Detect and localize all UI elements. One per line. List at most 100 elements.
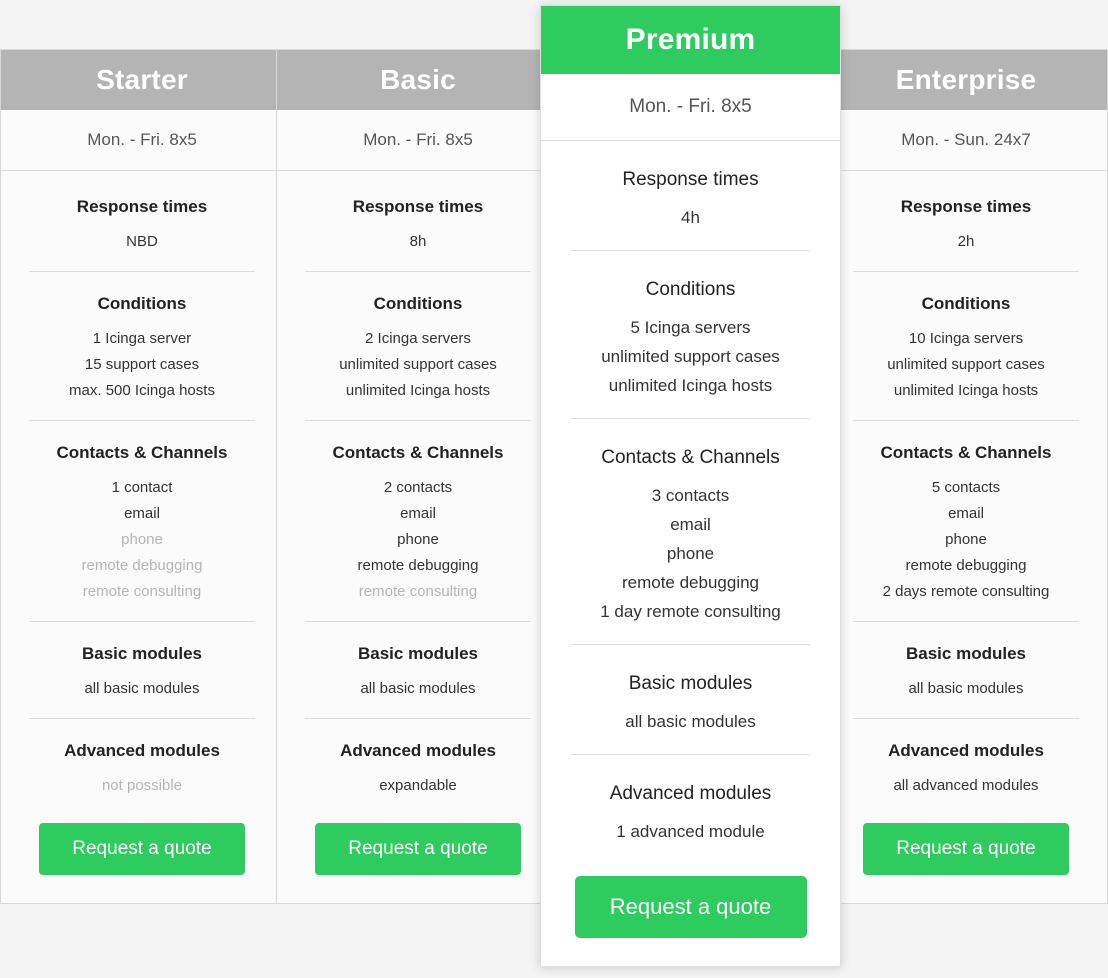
- plan-hours-basic: Mon. - Fri. 8x5: [277, 110, 559, 171]
- feature-line: unlimited Icinga hosts: [608, 376, 773, 395]
- plan-title-starter: Starter: [1, 50, 283, 110]
- feature-line: 4h: [681, 208, 700, 227]
- feature-line: all basic modules: [360, 680, 476, 697]
- plan-card-enterprise: Enterprise Mon. - Sun. 24x7 Response tim…: [824, 49, 1108, 904]
- feature-line: email: [948, 505, 984, 522]
- feature-line: email: [124, 505, 160, 522]
- section-title: Basic modules: [628, 673, 753, 694]
- section-lines: 2h: [843, 229, 1089, 255]
- section-divider: [305, 718, 531, 719]
- section-title: Contacts & Channels: [601, 447, 780, 468]
- section-divider: [853, 621, 1079, 622]
- feature-line: 15 support cases: [84, 356, 200, 373]
- section-title: Response times: [900, 197, 1032, 216]
- pricing-table: Starter Mon. - Fri. 8x5 Response times N…: [0, 0, 1108, 967]
- feature-line: not possible: [101, 777, 183, 794]
- section-title: Response times: [622, 169, 759, 190]
- section-lines: all advanced modules: [843, 773, 1089, 799]
- section-lines: 2 contacts email phone remote debugging …: [295, 475, 541, 605]
- plan-hours-starter: Mon. - Fri. 8x5: [1, 110, 283, 171]
- section-title: Contacts & Channels: [332, 443, 504, 462]
- plan-card-premium: Premium Mon. - Fri. 8x5 Response times 4…: [540, 5, 841, 967]
- feature-line: remote debugging: [905, 557, 1027, 574]
- feature-line: 10 Icinga servers: [908, 330, 1024, 347]
- feature-line: email: [400, 505, 436, 522]
- feature-line: unlimited Icinga hosts: [345, 382, 491, 399]
- section-divider: [305, 271, 531, 272]
- section-divider: [29, 420, 255, 421]
- section-lines: 1 contact email phone remote debugging r…: [19, 475, 265, 605]
- section-divider: [571, 418, 810, 419]
- section-divider: [29, 718, 255, 719]
- section-divider: [853, 718, 1079, 719]
- section-lines: 4h: [565, 203, 816, 232]
- feature-line: 1 Icinga server: [92, 330, 192, 347]
- feature-line: email: [670, 515, 711, 534]
- feature-line: 2 Icinga servers: [365, 330, 471, 347]
- cta-container: Request a quote: [19, 799, 265, 903]
- plan-card-starter: Starter Mon. - Fri. 8x5 Response times N…: [0, 49, 284, 904]
- cta-container: Request a quote: [295, 799, 541, 903]
- feature-line: all basic modules: [625, 712, 756, 731]
- feature-line: expandable: [379, 777, 457, 794]
- feature-line: remote debugging: [357, 557, 479, 574]
- section-divider: [571, 644, 810, 645]
- feature-line: phone: [121, 531, 163, 548]
- section-divider: [853, 271, 1079, 272]
- section-title: Conditions: [97, 294, 187, 313]
- feature-line: all basic modules: [84, 680, 200, 697]
- plan-hours-enterprise: Mon. - Sun. 24x7: [825, 110, 1107, 171]
- section-lines: NBD: [19, 229, 265, 255]
- plan-hours-premium: Mon. - Fri. 8x5: [541, 74, 840, 141]
- feature-line: NBD: [126, 233, 158, 250]
- section-divider: [305, 621, 531, 622]
- plan-title-basic: Basic: [277, 50, 559, 110]
- section-lines: 5 Icinga servers unlimited support cases…: [565, 313, 816, 400]
- cta-container: Request a quote: [565, 846, 816, 978]
- request-quote-button-starter[interactable]: Request a quote: [39, 823, 245, 875]
- section-lines: 1 Icinga server 15 support cases max. 50…: [19, 326, 265, 404]
- request-quote-button-premium[interactable]: Request a quote: [574, 876, 807, 938]
- request-quote-button-enterprise[interactable]: Request a quote: [863, 823, 1069, 875]
- plan-features-basic: Response times 8h Conditions 2 Icinga se…: [277, 171, 559, 903]
- section-divider: [29, 621, 255, 622]
- section-title: Advanced modules: [340, 741, 496, 760]
- section-lines: 1 advanced module: [565, 817, 816, 846]
- feature-line: 5 contacts: [931, 479, 1001, 496]
- section-lines: 3 contacts email phone remote debugging …: [565, 481, 816, 626]
- request-quote-button-basic[interactable]: Request a quote: [315, 823, 521, 875]
- section-lines: 5 contacts email phone remote debugging …: [843, 475, 1089, 605]
- feature-line: phone: [666, 544, 715, 563]
- section-title: Conditions: [645, 279, 736, 300]
- plan-features-enterprise: Response times 2h Conditions 10 Icinga s…: [825, 171, 1107, 903]
- feature-line: remote debugging: [81, 557, 203, 574]
- cta-container: Request a quote: [843, 799, 1089, 903]
- feature-line: 2 days remote consulting: [882, 583, 1050, 600]
- section-title: Contacts & Channels: [56, 443, 228, 462]
- plan-title-enterprise: Enterprise: [825, 50, 1107, 110]
- section-divider: [571, 754, 810, 755]
- feature-line: unlimited support cases: [339, 356, 497, 373]
- feature-line: remote consulting: [82, 583, 202, 600]
- plan-features-premium: Response times 4h Conditions 5 Icinga se…: [541, 141, 840, 978]
- section-divider: [305, 420, 531, 421]
- section-title: Advanced modules: [888, 741, 1044, 760]
- section-lines: not possible: [19, 773, 265, 799]
- section-lines: all basic modules: [295, 676, 541, 702]
- section-title: Conditions: [373, 294, 463, 313]
- section-lines: all basic modules: [843, 676, 1089, 702]
- section-lines: 8h: [295, 229, 541, 255]
- feature-line: 3 contacts: [651, 486, 730, 505]
- section-title: Response times: [76, 197, 208, 216]
- feature-line: 5 Icinga servers: [630, 318, 751, 337]
- section-title: Basic modules: [906, 644, 1026, 663]
- section-lines: all basic modules: [565, 707, 816, 736]
- section-lines: 10 Icinga servers unlimited support case…: [843, 326, 1089, 404]
- feature-line: 8h: [409, 233, 427, 250]
- section-title: Response times: [352, 197, 484, 216]
- feature-line: unlimited Icinga hosts: [893, 382, 1039, 399]
- section-lines: all basic modules: [19, 676, 265, 702]
- section-lines: expandable: [295, 773, 541, 799]
- feature-line: unlimited support cases: [601, 347, 780, 366]
- plan-card-basic: Basic Mon. - Fri. 8x5 Response times 8h …: [276, 49, 560, 904]
